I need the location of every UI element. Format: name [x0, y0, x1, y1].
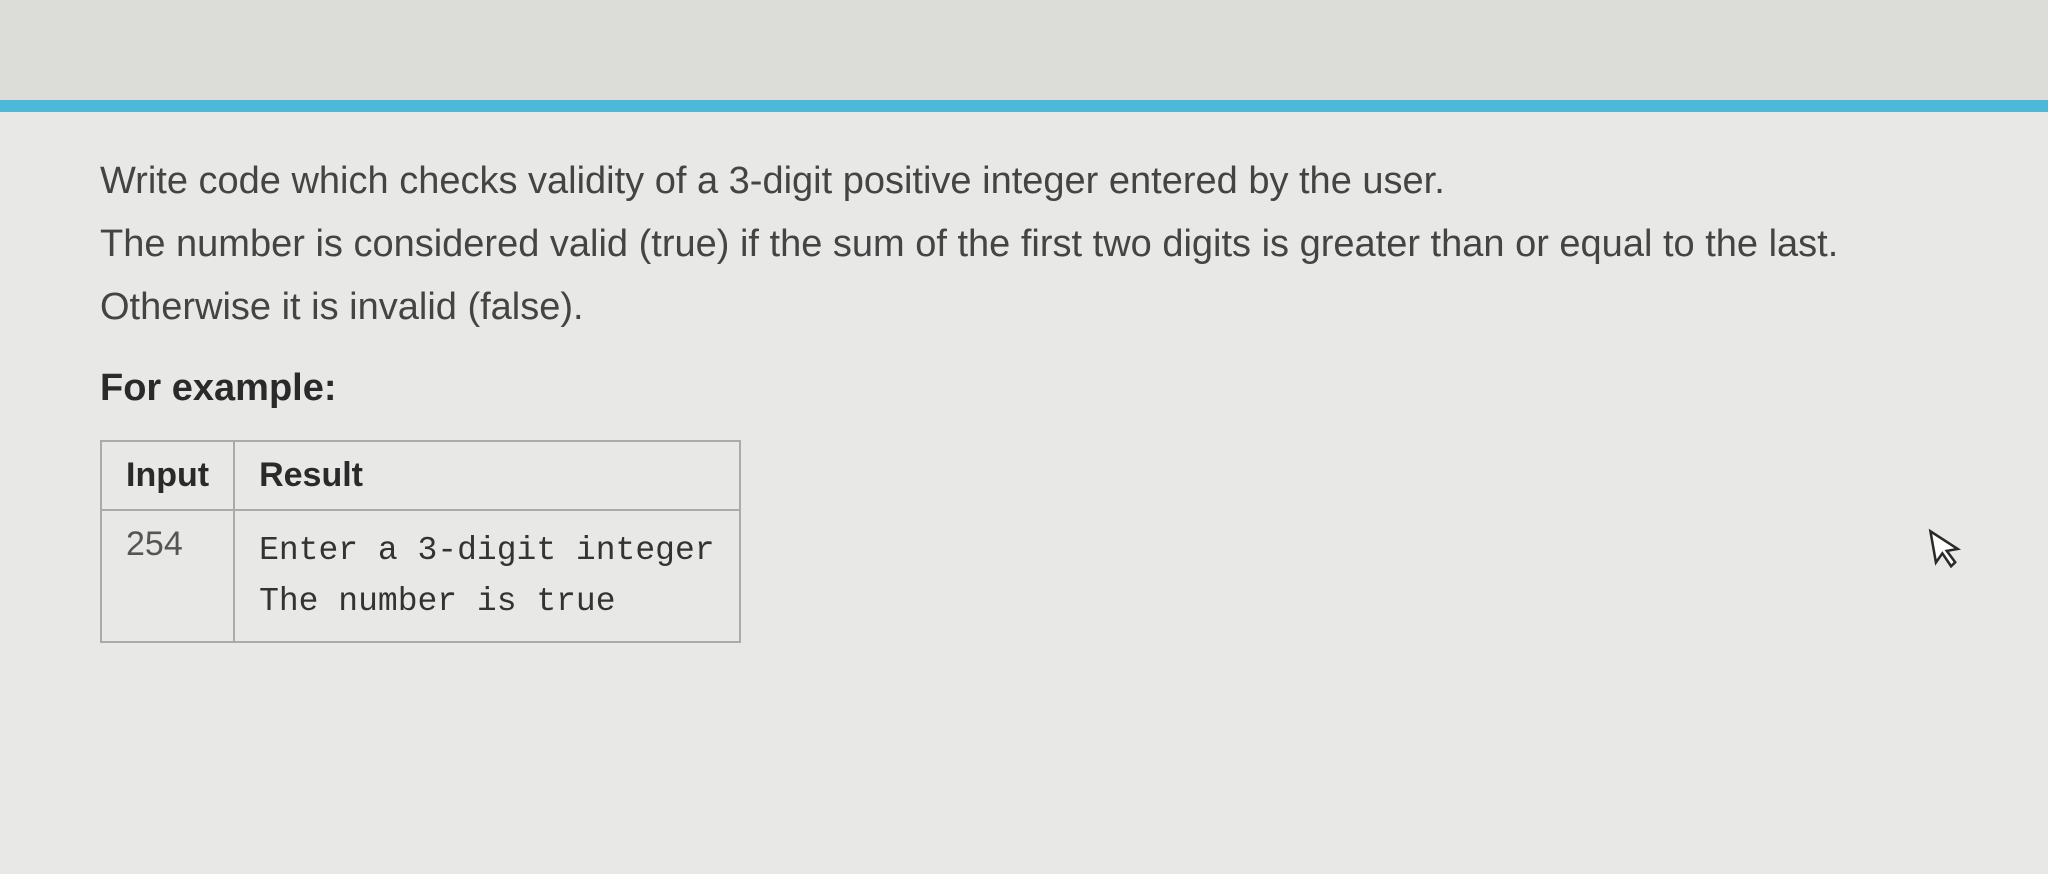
question-content: Write code which checks validity of a 3-… — [0, 152, 2048, 643]
result-line-1: Enter a 3-digit integer — [259, 525, 714, 576]
example-table: Input Result 254 Enter a 3-digit integer… — [100, 440, 741, 643]
table-row: 254 Enter a 3-digit integer The number i… — [101, 510, 740, 642]
prompt-text: Write code which checks validity of a 3-… — [100, 152, 1948, 337]
table-header-row: Input Result — [101, 441, 740, 510]
result-line-2: The number is true — [259, 576, 714, 627]
prompt-line-2: The number is considered valid (true) if… — [100, 215, 1948, 274]
prompt-line-1: Write code which checks validity of a 3-… — [100, 152, 1948, 211]
example-label: For example: — [100, 367, 1948, 410]
prompt-line-3: Otherwise it is invalid (false). — [100, 278, 1948, 337]
section-divider — [0, 100, 2048, 112]
top-margin — [0, 0, 2048, 100]
cell-result: Enter a 3-digit integer The number is tr… — [234, 510, 739, 642]
header-result: Result — [234, 441, 739, 510]
cell-input: 254 — [101, 510, 234, 642]
header-input: Input — [101, 441, 234, 510]
